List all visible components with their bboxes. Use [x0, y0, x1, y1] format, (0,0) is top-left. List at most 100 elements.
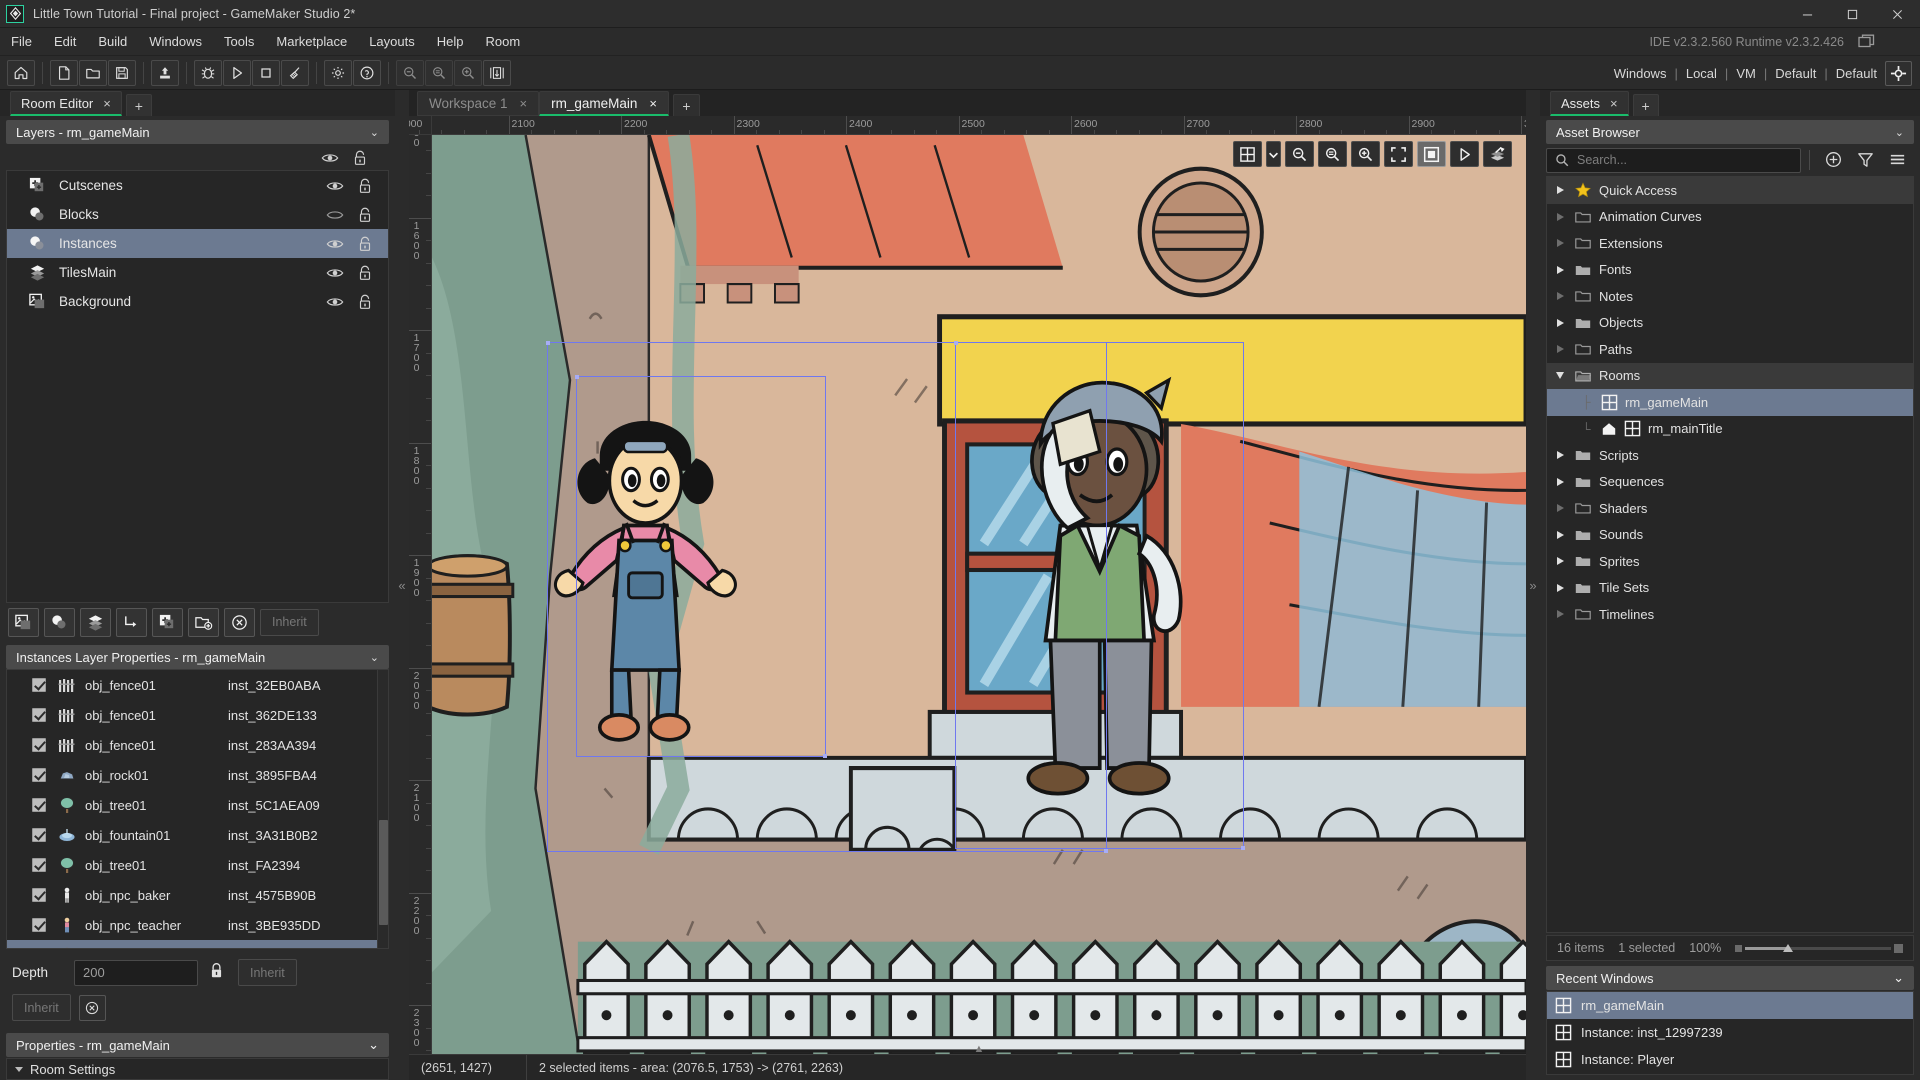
- lock-icon[interactable]: [351, 149, 369, 167]
- fit-frame-icon[interactable]: [1384, 141, 1413, 167]
- open-project-button[interactable]: [79, 59, 107, 86]
- menu-build[interactable]: Build: [87, 28, 138, 56]
- tab-workspace-1[interactable]: Workspace 1 ×: [417, 91, 540, 116]
- tree-row-timelines[interactable]: Timelines: [1547, 601, 1913, 628]
- expand-arrow-icon[interactable]: [1553, 504, 1567, 513]
- target-device[interactable]: Local: [1686, 66, 1717, 81]
- tree-row-sprites[interactable]: Sprites: [1547, 548, 1913, 575]
- lock-icon[interactable]: [356, 177, 374, 195]
- expand-arrow-icon[interactable]: [1553, 583, 1567, 592]
- expand-arrow-icon[interactable]: [1553, 318, 1567, 327]
- close-icon[interactable]: ×: [103, 97, 111, 110]
- tree-row-objects[interactable]: Objects: [1547, 310, 1913, 337]
- maximize-button[interactable]: [1830, 0, 1875, 28]
- search-input[interactable]: [1577, 153, 1792, 167]
- instance-row[interactable]: obj_tree01 inst_FA2394: [7, 850, 377, 880]
- chevron-down-icon[interactable]: ⌄: [368, 1037, 379, 1053]
- tree-row-notes[interactable]: Notes: [1547, 283, 1913, 310]
- chevron-down-icon[interactable]: ⌄: [370, 126, 379, 139]
- target-platform[interactable]: Windows: [1614, 66, 1667, 81]
- close-icon[interactable]: ×: [1610, 97, 1618, 110]
- eye-icon[interactable]: [326, 235, 344, 253]
- lock-icon[interactable]: [356, 206, 374, 224]
- expand-arrow-icon[interactable]: [1553, 345, 1567, 354]
- room-canvas[interactable]: ▲: [432, 135, 1526, 1054]
- close-icon[interactable]: ×: [649, 96, 657, 111]
- add-path-layer-button[interactable]: [116, 607, 147, 637]
- preferences-button[interactable]: [324, 59, 352, 86]
- target-config[interactable]: Default: [1775, 66, 1816, 81]
- recent-window-item[interactable]: Instance: inst_12997239: [1547, 1019, 1913, 1046]
- menu-windows[interactable]: Windows: [138, 28, 213, 56]
- instances-properties-header[interactable]: Instances Layer Properties - rm_gameMain…: [6, 645, 389, 669]
- instance-row[interactable]: obj_npc_teacher inst_3BE935DD: [7, 910, 377, 940]
- add-assets-tab-button[interactable]: +: [1632, 94, 1659, 116]
- expand-arrow-icon[interactable]: [1553, 610, 1567, 619]
- layer-inherit-button[interactable]: Inherit: [260, 608, 319, 636]
- tree-row-extensions[interactable]: Extensions: [1547, 230, 1913, 257]
- properties-section-header[interactable]: Properties - rm_gameMain ⌄: [6, 1033, 389, 1057]
- lock-icon[interactable]: [356, 293, 374, 311]
- menu-file[interactable]: File: [0, 28, 43, 56]
- asset-browser-header[interactable]: Asset Browser ⌄: [1546, 120, 1914, 144]
- plus-circle-icon[interactable]: [1824, 150, 1844, 170]
- chevron-down-icon[interactable]: ⌄: [370, 651, 379, 664]
- eye-icon[interactable]: [321, 149, 339, 167]
- menu-layouts[interactable]: Layouts: [358, 28, 426, 56]
- add-workspace-tab-button[interactable]: +: [673, 94, 701, 116]
- tab-rm-gamemain[interactable]: rm_gameMain ×: [539, 91, 670, 116]
- room-settings-row[interactable]: Room Settings: [6, 1058, 389, 1080]
- recent-window-item[interactable]: rm_gameMain: [1547, 992, 1913, 1019]
- tree-row-sequences[interactable]: Sequences: [1547, 469, 1913, 496]
- tree-row-animation-curves[interactable]: Animation Curves: [1547, 204, 1913, 231]
- close-button[interactable]: [1875, 0, 1920, 28]
- add-panel-tab-button[interactable]: +: [125, 94, 152, 116]
- instance-checkbox[interactable]: [32, 768, 46, 782]
- chevron-down-icon[interactable]: [15, 1066, 23, 1072]
- instance-checkbox[interactable]: [32, 858, 46, 872]
- close-icon[interactable]: ×: [520, 96, 528, 111]
- import-button[interactable]: [151, 59, 179, 86]
- add-asset-layer-button[interactable]: [152, 607, 183, 637]
- minimize-button[interactable]: [1785, 0, 1830, 28]
- circle-x-icon[interactable]: [78, 994, 106, 1021]
- tree-row-rm-maintitle[interactable]: └ rm_mainTitle: [1547, 416, 1913, 443]
- instance-checkbox[interactable]: [32, 888, 46, 902]
- vertical-ruler[interactable]: 1500 1600 1700 1800 1900 2000 2100 2200 2300: [409, 135, 432, 1054]
- instance-checkbox[interactable]: [32, 918, 46, 932]
- add-background-layer-button[interactable]: [8, 607, 39, 637]
- instance-row[interactable]: obj_npc_grocer inst_41847333: [7, 940, 377, 948]
- zoom-in-button[interactable]: [454, 59, 482, 86]
- menu-room[interactable]: Room: [475, 28, 532, 56]
- horizontal-ruler[interactable]: 2000 2100 2200 2300 2400 2500 2600 2700 2800 2900…: [409, 116, 1526, 135]
- instance-row[interactable]: obj_npc_baker inst_4575B90B: [7, 880, 377, 910]
- layers-section-header[interactable]: Layers - rm_gameMain ⌄: [6, 120, 389, 144]
- tree-row-tile-sets[interactable]: Tile Sets: [1547, 575, 1913, 602]
- lock-icon[interactable]: [356, 264, 374, 282]
- menu-tools[interactable]: Tools: [213, 28, 265, 56]
- instance-checkbox[interactable]: [32, 828, 46, 842]
- selection-rect-grocer[interactable]: [953, 340, 1245, 851]
- tab-room-editor[interactable]: Room Editor ×: [10, 91, 122, 116]
- instance-row[interactable]: obj_fence01 inst_32EB0ABA: [7, 670, 377, 700]
- chevron-up-icon[interactable]: ▲: [974, 1044, 985, 1055]
- tree-row-fonts[interactable]: Fonts: [1547, 257, 1913, 284]
- instance-checkbox[interactable]: [32, 798, 46, 812]
- add-tile-layer-button[interactable]: [80, 607, 111, 637]
- canvas-zoom-out-button[interactable]: [1285, 141, 1314, 167]
- layer-row-blocks[interactable]: Blocks: [7, 200, 388, 229]
- home-button[interactable]: [7, 59, 35, 86]
- view-box-icon[interactable]: [1417, 141, 1446, 167]
- depth-inherit-button[interactable]: Inherit: [238, 959, 297, 986]
- canvas-zoom-in-button[interactable]: [1351, 141, 1380, 167]
- tree-row-shaders[interactable]: Shaders: [1547, 495, 1913, 522]
- search-box[interactable]: [1546, 147, 1801, 173]
- tree-row-rm-gamemain[interactable]: ├ rm_gameMain: [1547, 389, 1913, 416]
- hamburger-icon[interactable]: [1888, 150, 1908, 170]
- menu-help[interactable]: Help: [426, 28, 475, 56]
- delete-layer-button[interactable]: [224, 607, 255, 637]
- slider-track[interactable]: [1745, 943, 1891, 952]
- menu-edit[interactable]: Edit: [43, 28, 87, 56]
- lock-icon[interactable]: [208, 961, 228, 985]
- recent-window-item[interactable]: Instance: Player: [1547, 1046, 1913, 1073]
